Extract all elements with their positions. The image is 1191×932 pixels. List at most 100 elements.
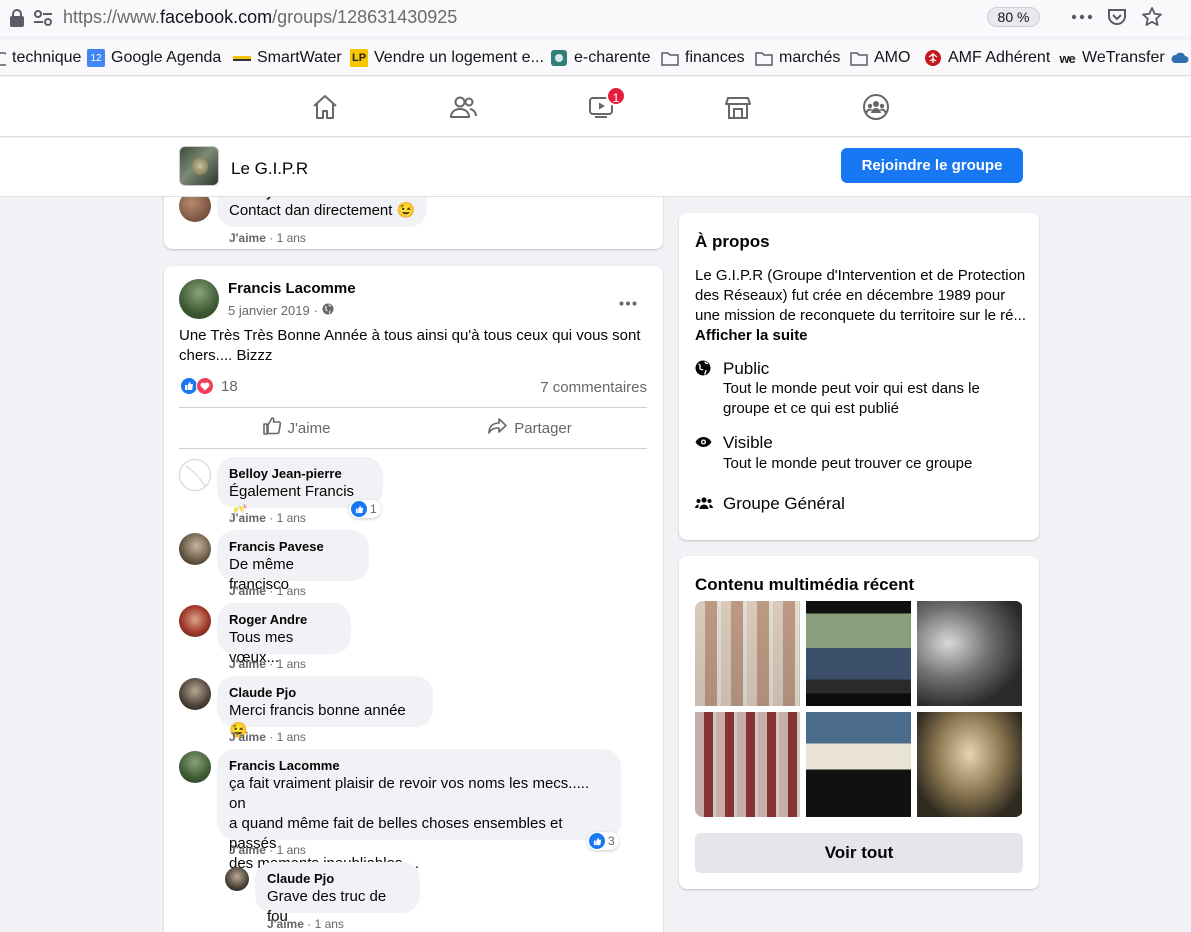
bookmark-label: finances <box>685 49 745 66</box>
bookmark-label: Vendre un logement e... <box>374 49 544 66</box>
media-thumbnail[interactable] <box>806 601 911 706</box>
comment-author[interactable]: Claude Pjo <box>229 684 421 701</box>
comment-time[interactable]: 1 ans <box>277 511 306 525</box>
home-icon[interactable] <box>311 93 339 121</box>
media-grid <box>695 601 1023 817</box>
like-comment-link[interactable]: J'aime <box>229 843 266 857</box>
comment-meta: J'aime · 1 ans <box>229 231 306 245</box>
bookmark-amf-adherent[interactable]: AMF Adhérent <box>924 48 1050 68</box>
media-thumbnail[interactable] <box>806 712 911 817</box>
wetransfer-icon: we <box>1059 50 1075 66</box>
like-comment-link[interactable]: J'aime <box>229 584 266 598</box>
folder-icon <box>755 49 773 67</box>
group-name[interactable]: Le G.I.P.R <box>231 159 308 179</box>
permissions-icon[interactable] <box>33 9 53 27</box>
visibility-title: Visible <box>723 433 773 452</box>
lock-icon[interactable] <box>9 9 25 27</box>
commenter-avatar[interactable] <box>225 867 249 891</box>
bookmark-google-agenda[interactable]: 12 Google Agenda <box>87 48 221 68</box>
folder-icon <box>0 49 6 67</box>
comment-time[interactable]: 1 ans <box>277 843 306 857</box>
bookmark-label: WeTransfer <box>1082 49 1165 66</box>
media-thumbnail[interactable] <box>917 712 1022 817</box>
like-comment-link[interactable]: J'aime <box>267 917 304 931</box>
comment-reactions[interactable]: 1 <box>349 500 381 518</box>
url-prefix: https://www. <box>63 7 161 27</box>
comment-time[interactable]: 1 ans <box>277 584 306 598</box>
comment-bubble: Roger Andre Tous mes vœux... <box>217 603 351 666</box>
commenter-avatar[interactable] <box>179 459 211 491</box>
see-all-button[interactable]: Voir tout <box>695 833 1023 873</box>
comment-author[interactable]: Francis Lacomme <box>229 757 609 774</box>
post-text: Une Très Très Bonne Année à tous ainsi q… <box>179 327 641 364</box>
bookmark-marches[interactable]: marchés <box>755 48 840 68</box>
bookmark-overflow[interactable] <box>1171 48 1189 68</box>
friends-icon[interactable] <box>449 93 477 121</box>
comment-time[interactable]: 1 ans <box>277 657 306 671</box>
bookmark-finances[interactable]: finances <box>661 48 745 68</box>
thumbs-up-icon <box>262 416 282 440</box>
globe-icon <box>322 303 334 318</box>
bookmark-amo[interactable]: AMO <box>850 48 910 68</box>
share-icon <box>488 417 508 439</box>
comment-author[interactable]: Belloy Jean-pierre <box>229 465 371 482</box>
post-author[interactable]: Francis Lacomme <box>228 280 356 297</box>
comment-reactions[interactable]: 3 <box>587 832 619 850</box>
media-thumbnail[interactable] <box>695 712 800 817</box>
media-thumbnail[interactable] <box>917 601 1022 706</box>
bookmark-technique[interactable]: technique <box>0 48 81 68</box>
visibility-description: Tout le monde peut trouver ce groupe <box>723 455 973 472</box>
like-label: J'aime <box>287 419 331 437</box>
see-more-link[interactable]: Afficher la suite <box>695 326 1035 346</box>
like-button[interactable]: J'aime <box>179 411 413 445</box>
about-description: Le G.I.P.R (Groupe d'Intervention et de … <box>695 266 1035 346</box>
comment-time[interactable]: 1 ans <box>277 231 306 245</box>
bookmarks-toolbar: technique 12 Google Agenda SmartWater LP… <box>0 40 1191 76</box>
pocket-icon[interactable] <box>1105 6 1129 28</box>
group-cover-thumbnail[interactable] <box>179 146 219 186</box>
marketplace-icon[interactable] <box>724 93 752 121</box>
bookmark-e-charente[interactable]: e-charente <box>550 48 651 68</box>
media-thumbnail[interactable] <box>695 601 800 706</box>
commenter-avatar[interactable] <box>179 605 211 637</box>
bookmark-label: AMF Adhérent <box>948 49 1051 66</box>
like-comment-link[interactable]: J'aime <box>229 511 266 525</box>
more-actions-icon[interactable] <box>1070 6 1094 28</box>
reactions-summary[interactable]: 18 <box>180 377 238 395</box>
comment-author[interactable]: Roger Andre <box>229 611 339 628</box>
post-meta: 5 janvier 2019 · <box>228 303 334 318</box>
post-date[interactable]: 5 janvier 2019 <box>228 303 310 318</box>
like-comment-link[interactable]: J'aime <box>229 730 266 744</box>
facebook-nav <box>0 77 1191 137</box>
like-comment-link[interactable]: J'aime <box>229 231 266 245</box>
bookmark-wetransfer[interactable]: we WeTransfer <box>1058 48 1165 68</box>
address-bar[interactable]: https://www.facebook.com/groups/12863143… <box>63 7 457 28</box>
zoom-level-button[interactable]: 80 % <box>987 7 1040 27</box>
comment-author[interactable]: Claude Pjo <box>267 870 408 887</box>
join-group-button[interactable]: Rejoindre le groupe <box>841 148 1023 183</box>
bookmark-vendre-logement[interactable]: LP Vendre un logement e... <box>350 48 544 68</box>
commenter-avatar[interactable] <box>179 678 211 710</box>
privacy-title: Public <box>723 359 770 378</box>
groups-icon[interactable] <box>862 93 890 121</box>
post-author-avatar[interactable] <box>179 279 219 319</box>
folder-icon <box>661 49 679 67</box>
comment-reaction-count: 1 <box>370 502 377 516</box>
like-comment-link[interactable]: J'aime <box>229 657 266 671</box>
amf-icon <box>924 49 942 67</box>
reactions-count: 18 <box>221 377 238 395</box>
share-button[interactable]: Partager <box>413 411 647 445</box>
bookmark-smartwater[interactable]: SmartWater <box>233 48 342 68</box>
bookmark-star-icon[interactable] <box>1140 6 1164 28</box>
smartwater-icon <box>233 49 251 67</box>
comment-time[interactable]: 1 ans <box>277 730 306 744</box>
about-description-line: Le G.I.P.R (Groupe d'Intervention et de … <box>695 267 1026 284</box>
comments-count-link[interactable]: 7 commentaires <box>540 379 647 396</box>
comment-author[interactable]: Francis Pavese <box>229 538 357 555</box>
comment-time[interactable]: 1 ans <box>315 917 344 931</box>
url-domain: facebook.com <box>160 7 273 27</box>
e-charente-icon <box>550 49 568 67</box>
commenter-avatar[interactable] <box>179 533 211 565</box>
commenter-avatar[interactable] <box>179 751 211 783</box>
post-options-icon[interactable] <box>619 293 637 311</box>
